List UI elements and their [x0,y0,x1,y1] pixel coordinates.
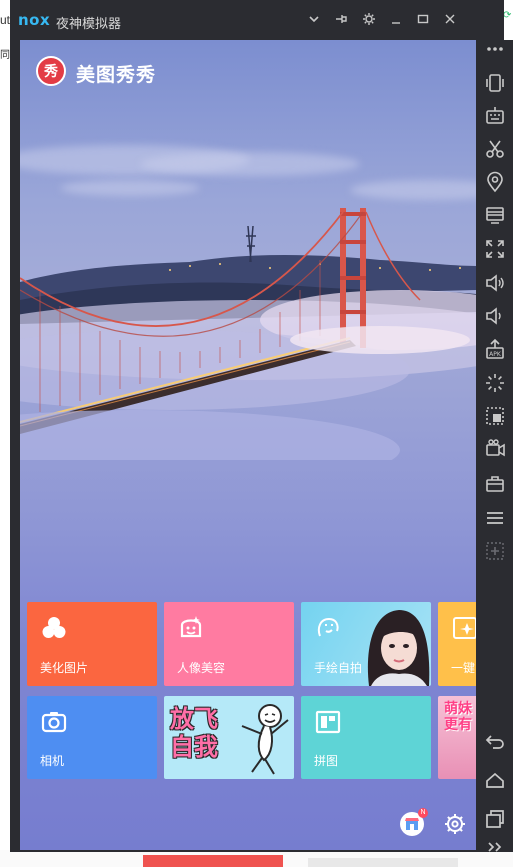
screen-icon[interactable] [484,204,506,226]
keyboard-icon[interactable] [484,105,506,127]
recent-icon[interactable] [484,808,506,830]
settings-icon[interactable] [443,812,467,836]
emulator-sidebar: APK [476,40,513,852]
refresh-icon: ⟳ [503,10,512,21]
home-icon[interactable] [484,770,506,792]
more-icon[interactable] [484,38,506,60]
tile-promo[interactable]: 萌妹 更有 [438,696,476,779]
pin-icon[interactable] [333,12,349,28]
bridge-photo [20,208,476,460]
tile-beautify-photo[interactable]: 美化图片 [27,602,157,686]
tile-label: 人像美容 [177,661,226,675]
add-icon[interactable] [484,540,506,562]
tile-label: 美化图片 [40,661,89,675]
store-icon[interactable]: N [400,808,428,836]
volume-up-icon[interactable] [484,272,506,294]
gear-icon[interactable] [361,12,377,28]
loading-icon[interactable] [484,372,506,394]
app-screen: 秀 美图秀秀 美化图片 人像美容 手绘自拍 一键 相机 放飞自我 拼图 萌妹 更… [20,40,476,850]
svg-text:APK: APK [489,351,502,358]
clover-icon [42,617,66,638]
fullscreen-icon[interactable] [484,238,506,260]
record-icon[interactable] [484,438,506,460]
tile-portrait-beauty[interactable]: 人像美容 [164,602,294,686]
minimize-icon[interactable] [388,12,404,28]
title-bar[interactable]: nox 夜神模拟器 [10,0,504,40]
nox-logo: nox [18,11,51,29]
doodle-face-icon [317,617,339,637]
brand-logo: 秀 [36,56,66,86]
close-icon[interactable] [442,12,458,28]
background-text: 同 [0,50,10,61]
sticker-text: 放飞自我 [170,706,218,761]
expand-icon[interactable] [484,836,506,858]
dancing-figure [241,704,289,775]
tile-one-click[interactable]: 一键 [438,602,476,686]
back-icon[interactable] [484,730,506,752]
tile-label: 一键 [451,661,476,675]
tile-label: 拼图 [314,754,339,768]
window-title: 夜神模拟器 [56,16,122,31]
shake-icon[interactable] [484,72,506,94]
chevron-down-icon[interactable] [306,12,322,28]
camera-icon [41,712,67,733]
sparkle-icon [453,617,476,639]
background-field [308,858,458,867]
toolbox-icon[interactable] [484,472,506,494]
tile-collage[interactable]: 拼图 [301,696,431,779]
tile-label: 相机 [40,754,65,768]
maximize-icon[interactable] [415,12,431,28]
emulator-window: nox 夜神模拟器 秀 美图秀秀 美化图片 人像美容 手绘自拍 一键 相机 放飞… [10,0,513,852]
scissors-icon[interactable] [484,138,506,160]
apk-install-icon[interactable]: APK [484,338,506,360]
face-icon [180,616,202,638]
background-text: ut [0,13,11,27]
tile-label: 手绘自拍 [314,661,363,675]
promo-text: 萌妹 更有 [444,700,472,732]
tile-sticker-promo[interactable]: 放飞自我 [164,696,294,779]
background-button [143,855,283,867]
location-icon[interactable] [484,171,506,193]
tile-hand-drawn-selfie[interactable]: 手绘自拍 [301,602,431,686]
collage-icon [315,710,341,734]
portrait-illustration [367,610,430,686]
tile-camera[interactable]: 相机 [27,696,157,779]
multi-screen-icon[interactable] [484,405,506,427]
brand-name: 美图秀秀 [76,65,157,86]
menu-icon[interactable] [484,507,506,529]
store-badge: N [418,808,428,818]
volume-down-icon[interactable] [484,305,506,327]
